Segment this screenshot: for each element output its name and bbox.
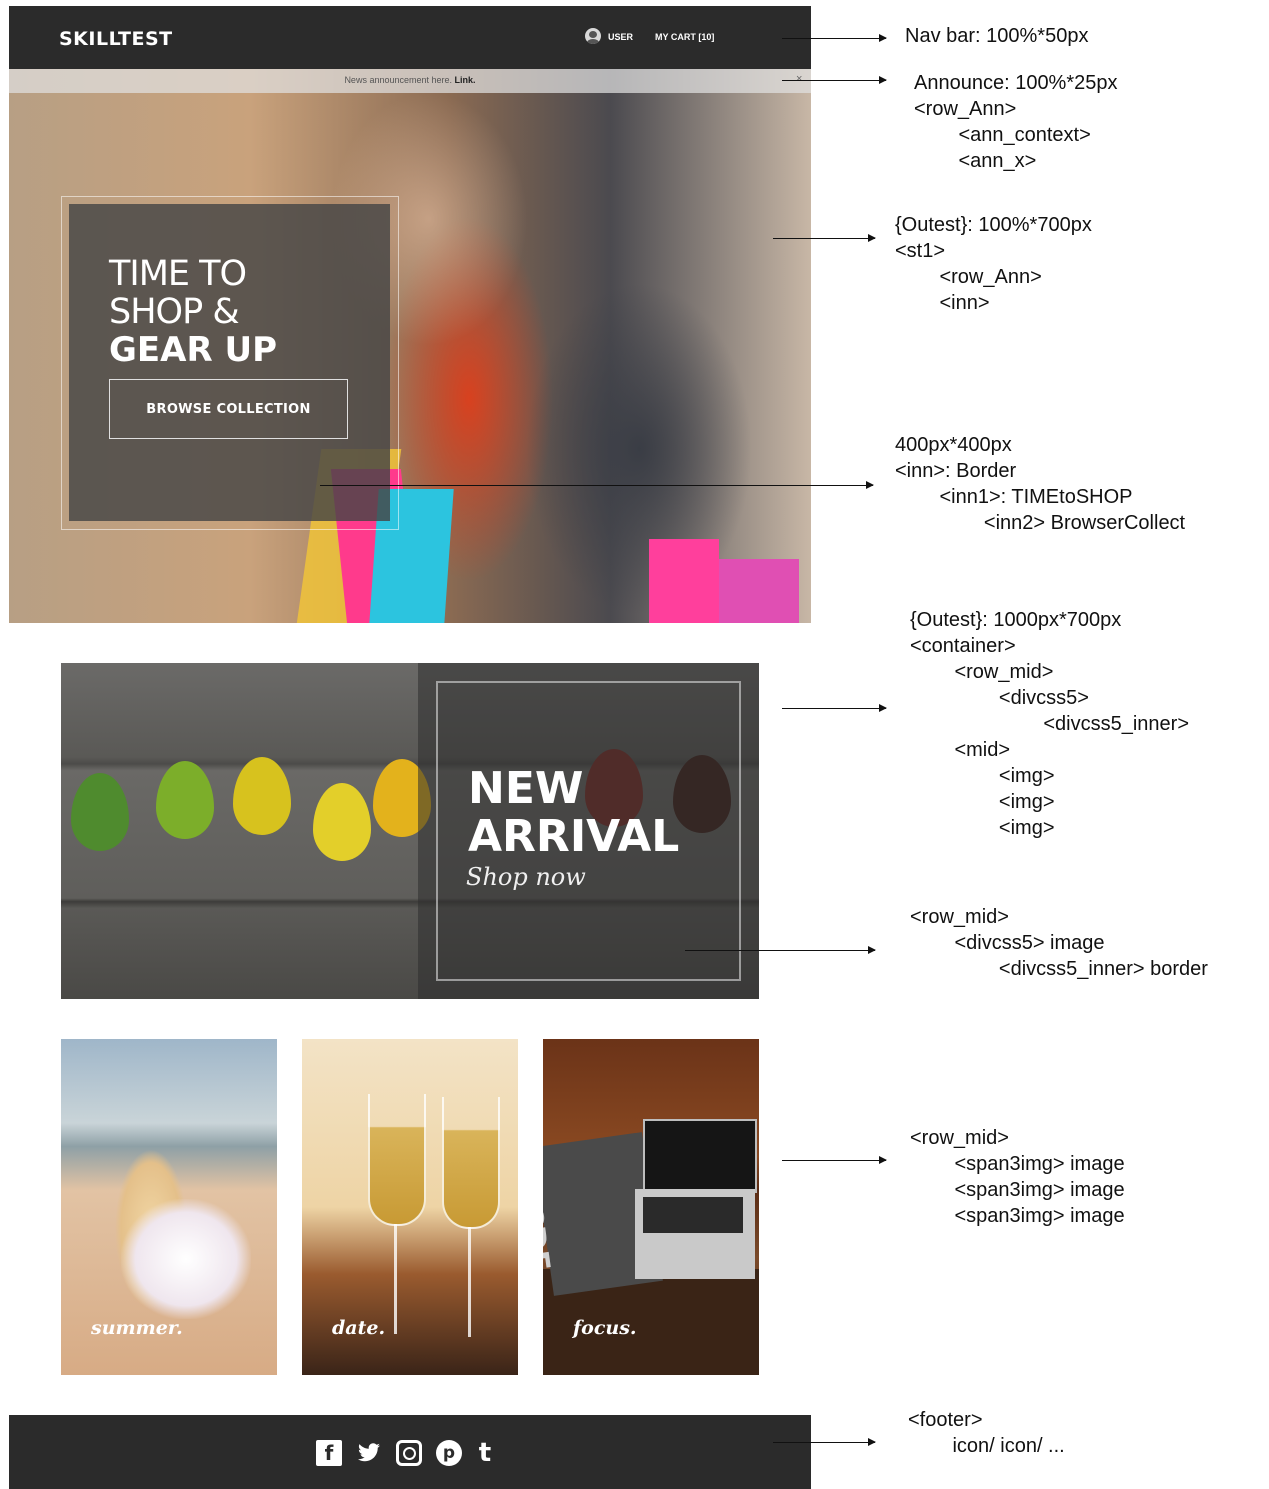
champagne-glass-image xyxy=(442,1097,500,1229)
announcement-text: News announcement here. Link. xyxy=(9,75,811,85)
hero-banner: News announcement here. Link. × TIME TO … xyxy=(9,69,811,623)
annotation-inn-box: 400px*400px <inn>: Border <inn1>: TIMEto… xyxy=(895,434,1186,534)
tile-caption: date. xyxy=(332,1317,386,1339)
annotation-navbar: Nav bar: 100%*50px xyxy=(905,25,1089,47)
annotation-arrow xyxy=(782,34,887,42)
hero-headline-line2: SHOP & xyxy=(109,292,240,332)
announcement-link[interactable]: Link. xyxy=(455,75,476,85)
annotation-arrow xyxy=(685,946,876,954)
twitter-icon[interactable] xyxy=(356,1440,382,1466)
hero-headline-line1: TIME TO xyxy=(109,254,247,294)
browse-collection-button[interactable]: BROWSE COLLECTION xyxy=(109,379,348,439)
tumblr-icon[interactable]: t xyxy=(472,1438,498,1468)
instagram-icon[interactable] xyxy=(396,1440,422,1466)
annotation-arrow xyxy=(782,76,887,84)
close-icon[interactable]: × xyxy=(796,73,802,85)
tile-caption: focus. xyxy=(573,1317,637,1339)
leaf-image xyxy=(71,773,129,851)
shopping-bag-image xyxy=(649,539,719,623)
laptop-image xyxy=(643,1119,757,1193)
tile-focus[interactable]: ABCDE FGHIJKL focus. xyxy=(543,1039,759,1375)
cart-link[interactable]: MY CART [10] xyxy=(655,32,714,42)
pinterest-icon[interactable]: p xyxy=(436,1440,462,1466)
annotation-container: {Outest}: 1000px*700px <container> <row_… xyxy=(910,609,1190,839)
new-arrival-banner[interactable]: NEW ARRIVAL Shop now xyxy=(61,663,759,999)
annotation-outest-hero: {Outest}: 100%*700px <st1> <row_Ann> <in… xyxy=(895,214,1092,314)
brand-logo[interactable]: SKILLTEST xyxy=(59,28,173,50)
annotation-row-mid-span3img: <row_mid> <span3img> image <span3img> im… xyxy=(910,1127,1125,1227)
tile-summer[interactable]: summer. xyxy=(61,1039,277,1375)
shopping-bag-image xyxy=(719,559,799,623)
annotation-arrow xyxy=(773,1438,876,1446)
leaf-image xyxy=(233,757,291,835)
laptop-keyboard xyxy=(643,1197,743,1233)
user-icon[interactable] xyxy=(585,28,601,44)
annotation-arrow xyxy=(782,704,887,712)
annotation-arrow xyxy=(773,234,876,242)
pillow-text: ABCDE FGHIJKL xyxy=(543,1156,557,1274)
glass-stem xyxy=(394,1224,397,1334)
annotation-arrow xyxy=(782,1156,887,1164)
leaf-image xyxy=(313,783,371,861)
dress-image xyxy=(121,1199,251,1319)
twitter-bird-glyph xyxy=(358,1443,380,1462)
tile-caption: summer. xyxy=(91,1317,183,1339)
glass-stem xyxy=(468,1227,471,1337)
user-link[interactable]: USER xyxy=(608,32,633,42)
champagne-glass-image xyxy=(368,1094,426,1226)
facebook-icon[interactable]: f xyxy=(316,1440,342,1466)
leaf-image xyxy=(156,761,214,839)
annotation-footer: <footer> icon/ icon/ ... xyxy=(908,1409,1065,1457)
arrival-title-line2: ARRIVAL xyxy=(468,811,680,862)
annotation-arrow xyxy=(320,481,874,489)
annotation-announce: Announce: 100%*25px <row_Ann> <ann_conte… xyxy=(914,72,1118,172)
nav-bar: SKILLTEST USER MY CART [10] xyxy=(9,6,811,69)
arrival-title-line1: NEW xyxy=(468,763,584,814)
annotation-row-mid-divcss5: <row_mid> <divcss5> image <divcss5_inner… xyxy=(910,906,1208,980)
shop-now-link[interactable]: Shop now xyxy=(466,863,586,891)
tile-date[interactable]: date. xyxy=(302,1039,518,1375)
hero-headline-line3: GEAR UP xyxy=(109,330,277,370)
announcement-bar: News announcement here. Link. × xyxy=(9,69,811,93)
announcement-context: News announcement here. xyxy=(344,75,453,85)
